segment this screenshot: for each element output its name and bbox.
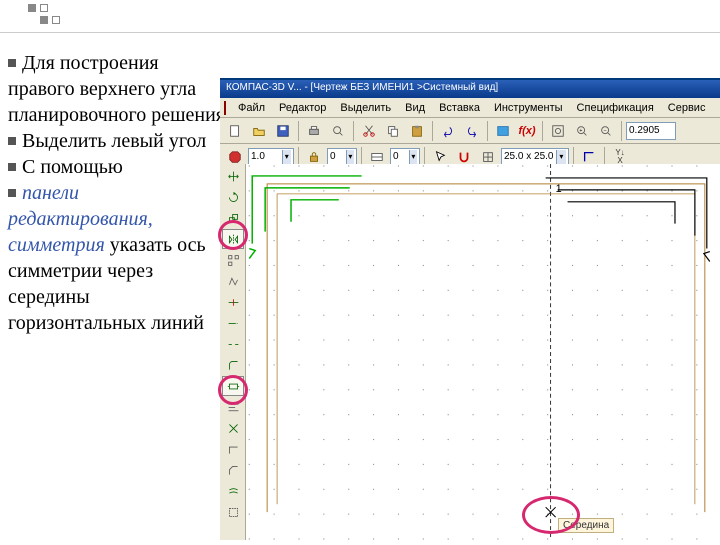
trim-button[interactable] <box>222 292 244 312</box>
bullet-3: С помощью <box>22 156 123 178</box>
menubar: Файл Редактор Выделить Вид Вставка Инстр… <box>220 98 720 118</box>
chamfer-button[interactable] <box>222 460 244 480</box>
menu-file[interactable]: Файл <box>232 100 271 116</box>
snap-midpoint-label: Середина <box>558 518 614 533</box>
deform-button[interactable] <box>222 271 244 291</box>
step-combo[interactable]: ▾ <box>327 148 357 166</box>
copy-button[interactable] <box>382 120 404 142</box>
zoom-out-button[interactable]: − <box>595 120 617 142</box>
layer-combo[interactable]: ▾ <box>390 148 420 166</box>
toolbar-main: f(x) + − <box>220 118 720 144</box>
copy-array-button[interactable] <box>222 250 244 270</box>
menu-select[interactable]: Выделить <box>334 100 397 116</box>
rotate-button[interactable] <box>222 187 244 207</box>
fillet-button[interactable] <box>222 355 244 375</box>
menu-spec[interactable]: Спецификация <box>571 100 660 116</box>
scale-tool-button[interactable] <box>222 208 244 228</box>
menu-tools[interactable]: Инструменты <box>488 100 569 116</box>
scale-combo[interactable]: ▾ <box>248 148 294 166</box>
coord-field[interactable] <box>626 122 676 140</box>
zoom-fit-button[interactable] <box>547 120 569 142</box>
menu-view[interactable]: Вид <box>399 100 431 116</box>
extend-button[interactable] <box>222 313 244 333</box>
svg-text:1: 1 <box>556 183 562 195</box>
properties-button[interactable] <box>492 120 514 142</box>
canvas-content: 1 <box>246 164 720 540</box>
break-button[interactable] <box>222 334 244 354</box>
cad-app-window: КОМПАС-3D V... - [Чертеж БЕЗ ИМЕНИ1 >Сис… <box>220 78 720 540</box>
print-button[interactable] <box>303 120 325 142</box>
instruction-text: Для построения правого верхнего угла пла… <box>8 50 228 336</box>
bullet-2: Выделить левый угол <box>22 130 206 152</box>
bullet-1: Для построения правого верхнего угла пла… <box>8 52 225 126</box>
open-button[interactable] <box>248 120 270 142</box>
svg-text:+: + <box>579 127 582 133</box>
slide-decoration <box>0 0 180 40</box>
corner-button[interactable] <box>222 439 244 459</box>
align-button[interactable] <box>222 397 244 417</box>
app-icon <box>224 101 226 115</box>
variables-button[interactable]: f(x) <box>516 120 538 142</box>
redo-button[interactable] <box>461 120 483 142</box>
symmetry-button[interactable] <box>222 229 244 249</box>
split-button[interactable] <box>222 418 244 438</box>
zoom-in-button[interactable]: + <box>571 120 593 142</box>
undo-button[interactable] <box>437 120 459 142</box>
clip-button[interactable] <box>222 502 244 522</box>
cut-button[interactable] <box>358 120 380 142</box>
deform-scale-button[interactable] <box>222 376 244 396</box>
move-button[interactable] <box>222 166 244 186</box>
equidistant-button[interactable] <box>222 481 244 501</box>
menu-window[interactable]: Ок <box>713 100 720 116</box>
svg-text:−: − <box>603 127 606 133</box>
window-titlebar: КОМПАС-3D V... - [Чертеж БЕЗ ИМЕНИ1 >Сис… <box>220 80 720 98</box>
save-button[interactable] <box>272 120 294 142</box>
grid-combo[interactable]: ▾ <box>501 148 569 166</box>
edit-toolbar <box>220 164 246 540</box>
preview-button[interactable] <box>327 120 349 142</box>
new-button[interactable] <box>224 120 246 142</box>
menu-service[interactable]: Сервис <box>662 100 712 116</box>
menu-edit[interactable]: Редактор <box>273 100 332 116</box>
menu-insert[interactable]: Вставка <box>433 100 486 116</box>
paste-button[interactable] <box>406 120 428 142</box>
drawing-canvas[interactable]: 1 <box>246 164 720 540</box>
